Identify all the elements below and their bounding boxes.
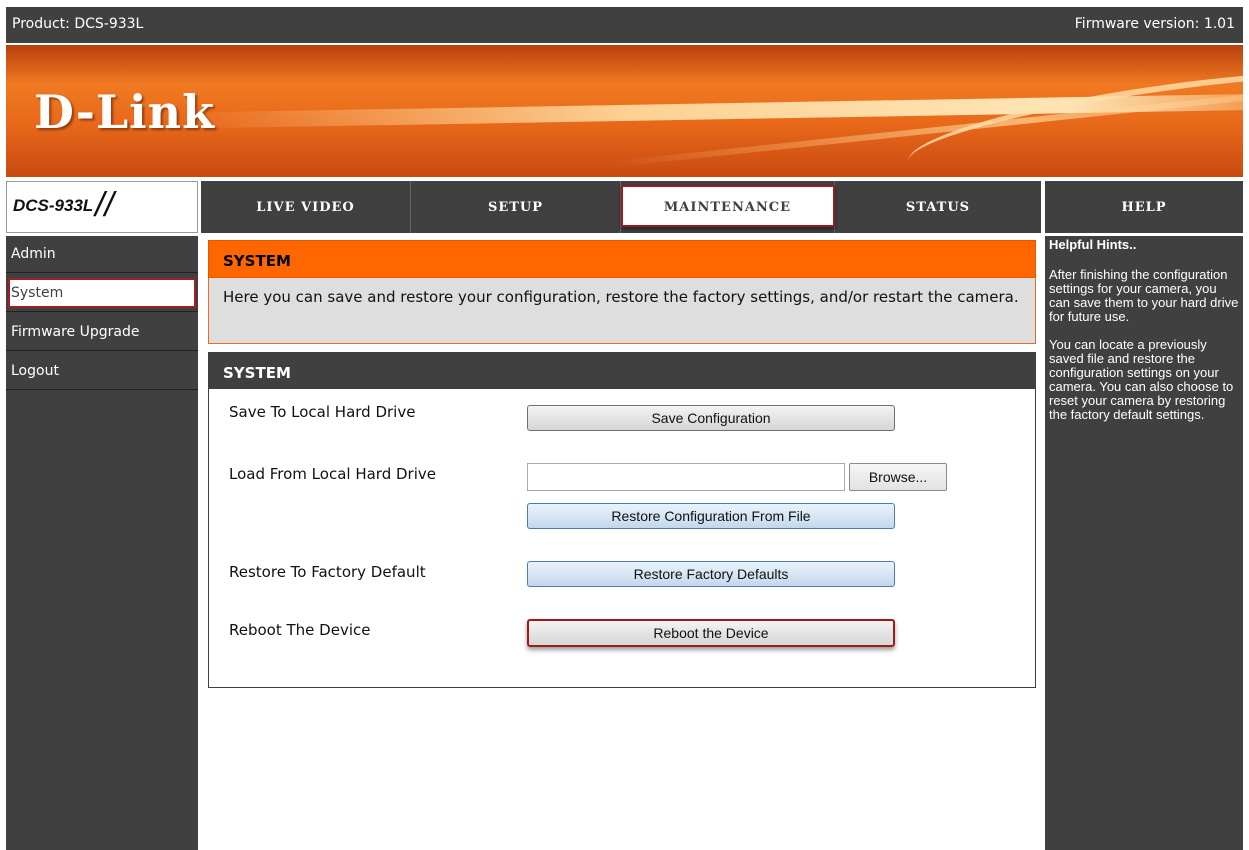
sidebar-item-label: Logout (11, 363, 59, 379)
tab-bar: LIVE VIDEO SETUP MAINTENANCE STATUS (201, 181, 1041, 233)
browse-button[interactable]: Browse... (849, 463, 947, 491)
panel-title: SYSTEM (209, 353, 1035, 389)
firmware-version: Firmware version: 1.01 (1074, 16, 1235, 32)
load-label: Load From Local Hard Drive (229, 465, 436, 483)
save-configuration-button[interactable]: Save Configuration (527, 405, 895, 431)
top-bar: Product: DCS-933L Firmware version: 1.01 (6, 7, 1243, 43)
tab-label: STATUS (905, 199, 971, 215)
sidebar-item-admin[interactable]: Admin (6, 236, 198, 273)
file-path-field[interactable] (527, 463, 845, 491)
save-label: Save To Local Hard Drive (229, 403, 416, 421)
hint-paragraph: You can locate a previously saved file a… (1049, 337, 1234, 422)
tab-status[interactable]: STATUS (835, 181, 1041, 233)
tab-label: LIVE VIDEO (256, 199, 355, 215)
hints-title: Helpful Hints.. (1049, 237, 1137, 252)
sidebar-item-label: System (11, 285, 64, 301)
model-name: DCS-933L (13, 196, 94, 215)
tab-label: SETUP (487, 199, 544, 215)
brand-banner: D-Link (6, 45, 1243, 177)
tab-maintenance[interactable]: MAINTENANCE (621, 181, 835, 233)
reboot-device-button[interactable]: Reboot the Device (527, 619, 895, 647)
tab-setup[interactable]: SETUP (411, 181, 621, 233)
main-nav: DCS-933L // LIVE VIDEO SETUP MAINTENANCE… (6, 181, 1243, 233)
dlink-logo: D-Link (34, 85, 215, 139)
sidebar: Admin System Firmware Upgrade Logout (6, 236, 198, 850)
sidebar-item-label: Admin (11, 246, 56, 262)
restore-factory-defaults-button[interactable]: Restore Factory Defaults (527, 561, 895, 587)
product-label: Product: DCS-933L (12, 16, 144, 32)
sidebar-item-logout[interactable]: Logout (6, 353, 198, 390)
tab-live-video[interactable]: LIVE VIDEO (201, 181, 411, 233)
sidebar-item-label: Firmware Upgrade (11, 324, 140, 340)
sidebar-item-system[interactable]: System (6, 275, 198, 312)
helpful-hints-panel: Helpful Hints.. After finishing the conf… (1045, 236, 1243, 850)
model-badge: DCS-933L // (6, 181, 198, 233)
section-header: SYSTEM (208, 240, 1036, 278)
tab-label: MAINTENANCE (663, 199, 792, 215)
tab-help[interactable]: HELP (1045, 181, 1243, 233)
factory-label: Restore To Factory Default (229, 563, 426, 581)
hint-paragraph: After finishing the configuration settin… (1049, 267, 1239, 324)
system-panel: SYSTEM Save To Local Hard Drive Save Con… (208, 352, 1036, 688)
sidebar-item-firmware-upgrade[interactable]: Firmware Upgrade (6, 314, 198, 351)
restore-from-file-button[interactable]: Restore Configuration From File (527, 503, 895, 529)
model-slashes: // (95, 186, 114, 224)
section-description: Here you can save and restore your confi… (208, 278, 1036, 344)
reboot-label: Reboot The Device (229, 621, 371, 639)
